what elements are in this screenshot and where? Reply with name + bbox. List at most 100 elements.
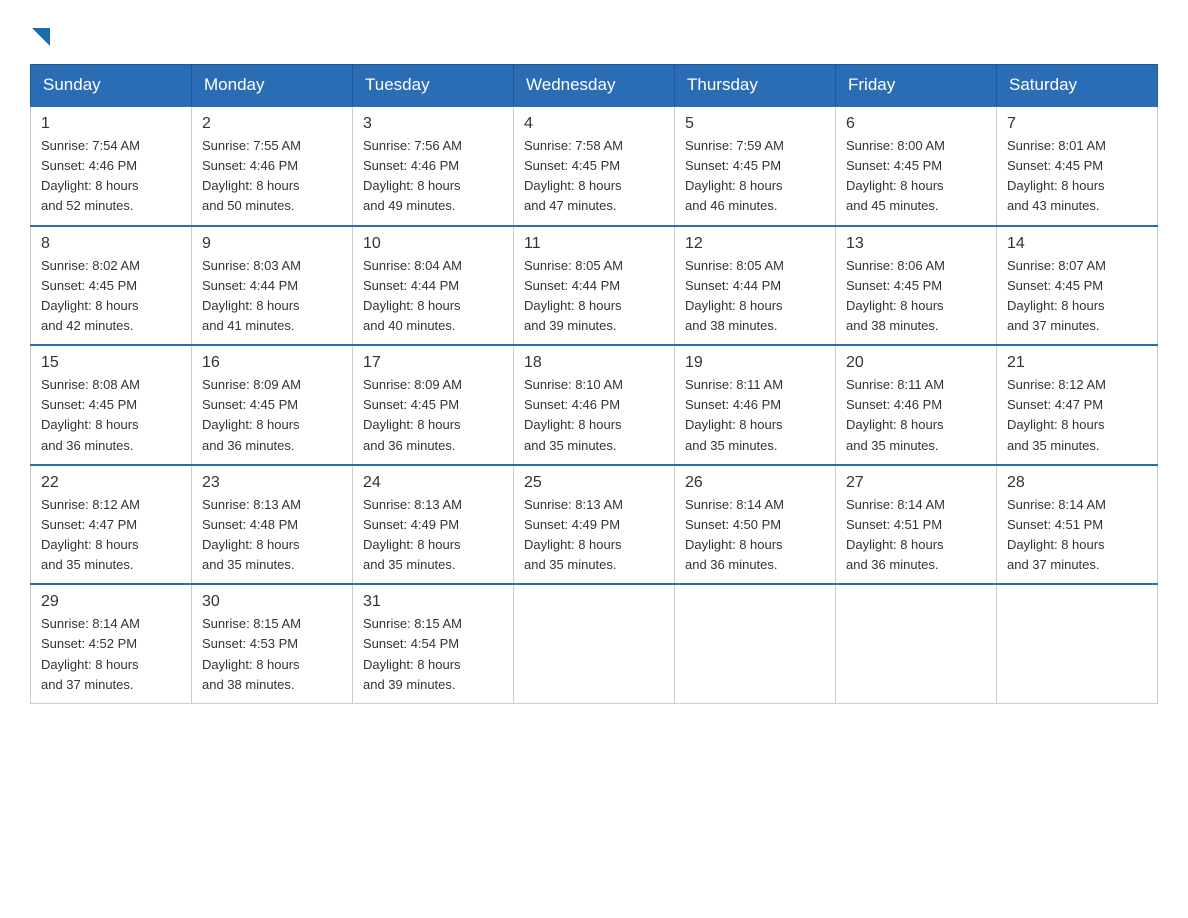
- calendar-cell: 20 Sunrise: 8:11 AM Sunset: 4:46 PM Dayl…: [836, 345, 997, 465]
- day-info: Sunrise: 8:10 AM Sunset: 4:46 PM Dayligh…: [524, 375, 664, 456]
- day-info: Sunrise: 7:56 AM Sunset: 4:46 PM Dayligh…: [363, 136, 503, 217]
- day-info: Sunrise: 8:12 AM Sunset: 4:47 PM Dayligh…: [1007, 375, 1147, 456]
- day-number: 5: [685, 115, 825, 133]
- day-number: 7: [1007, 115, 1147, 133]
- day-number: 21: [1007, 354, 1147, 372]
- calendar-week-row: 8 Sunrise: 8:02 AM Sunset: 4:45 PM Dayli…: [31, 226, 1158, 346]
- calendar-cell: 15 Sunrise: 8:08 AM Sunset: 4:45 PM Dayl…: [31, 345, 192, 465]
- day-number: 25: [524, 474, 664, 492]
- day-number: 13: [846, 235, 986, 253]
- day-info: Sunrise: 8:07 AM Sunset: 4:45 PM Dayligh…: [1007, 256, 1147, 337]
- day-number: 18: [524, 354, 664, 372]
- day-info: Sunrise: 8:13 AM Sunset: 4:49 PM Dayligh…: [363, 495, 503, 576]
- day-info: Sunrise: 8:11 AM Sunset: 4:46 PM Dayligh…: [685, 375, 825, 456]
- day-info: Sunrise: 8:01 AM Sunset: 4:45 PM Dayligh…: [1007, 136, 1147, 217]
- day-info: Sunrise: 8:15 AM Sunset: 4:54 PM Dayligh…: [363, 614, 503, 695]
- day-number: 14: [1007, 235, 1147, 253]
- calendar-cell: 25 Sunrise: 8:13 AM Sunset: 4:49 PM Dayl…: [514, 465, 675, 585]
- day-number: 9: [202, 235, 342, 253]
- page-header: [30, 20, 1158, 44]
- calendar-cell: 5 Sunrise: 7:59 AM Sunset: 4:45 PM Dayli…: [675, 106, 836, 226]
- calendar-cell: 21 Sunrise: 8:12 AM Sunset: 4:47 PM Dayl…: [997, 345, 1158, 465]
- day-info: Sunrise: 8:09 AM Sunset: 4:45 PM Dayligh…: [202, 375, 342, 456]
- day-number: 29: [41, 593, 181, 611]
- column-header-thursday: Thursday: [675, 65, 836, 107]
- column-header-sunday: Sunday: [31, 65, 192, 107]
- day-info: Sunrise: 8:14 AM Sunset: 4:51 PM Dayligh…: [1007, 495, 1147, 576]
- calendar-table: SundayMondayTuesdayWednesdayThursdayFrid…: [30, 64, 1158, 704]
- calendar-cell: [675, 584, 836, 703]
- calendar-week-row: 22 Sunrise: 8:12 AM Sunset: 4:47 PM Dayl…: [31, 465, 1158, 585]
- day-info: Sunrise: 8:12 AM Sunset: 4:47 PM Dayligh…: [41, 495, 181, 576]
- calendar-cell: [836, 584, 997, 703]
- calendar-cell: 18 Sunrise: 8:10 AM Sunset: 4:46 PM Dayl…: [514, 345, 675, 465]
- calendar-cell: 22 Sunrise: 8:12 AM Sunset: 4:47 PM Dayl…: [31, 465, 192, 585]
- column-header-saturday: Saturday: [997, 65, 1158, 107]
- calendar-week-row: 15 Sunrise: 8:08 AM Sunset: 4:45 PM Dayl…: [31, 345, 1158, 465]
- calendar-cell: [514, 584, 675, 703]
- day-info: Sunrise: 8:06 AM Sunset: 4:45 PM Dayligh…: [846, 256, 986, 337]
- calendar-cell: 6 Sunrise: 8:00 AM Sunset: 4:45 PM Dayli…: [836, 106, 997, 226]
- day-number: 27: [846, 474, 986, 492]
- column-header-monday: Monday: [192, 65, 353, 107]
- day-info: Sunrise: 8:09 AM Sunset: 4:45 PM Dayligh…: [363, 375, 503, 456]
- calendar-cell: 24 Sunrise: 8:13 AM Sunset: 4:49 PM Dayl…: [353, 465, 514, 585]
- day-number: 4: [524, 115, 664, 133]
- calendar-cell: 26 Sunrise: 8:14 AM Sunset: 4:50 PM Dayl…: [675, 465, 836, 585]
- day-number: 1: [41, 115, 181, 133]
- day-info: Sunrise: 8:14 AM Sunset: 4:50 PM Dayligh…: [685, 495, 825, 576]
- day-info: Sunrise: 8:05 AM Sunset: 4:44 PM Dayligh…: [524, 256, 664, 337]
- calendar-cell: 23 Sunrise: 8:13 AM Sunset: 4:48 PM Dayl…: [192, 465, 353, 585]
- day-number: 24: [363, 474, 503, 492]
- calendar-cell: 10 Sunrise: 8:04 AM Sunset: 4:44 PM Dayl…: [353, 226, 514, 346]
- day-number: 31: [363, 593, 503, 611]
- day-info: Sunrise: 8:08 AM Sunset: 4:45 PM Dayligh…: [41, 375, 181, 456]
- column-header-friday: Friday: [836, 65, 997, 107]
- day-info: Sunrise: 7:59 AM Sunset: 4:45 PM Dayligh…: [685, 136, 825, 217]
- calendar-cell: 13 Sunrise: 8:06 AM Sunset: 4:45 PM Dayl…: [836, 226, 997, 346]
- calendar-cell: 14 Sunrise: 8:07 AM Sunset: 4:45 PM Dayl…: [997, 226, 1158, 346]
- day-info: Sunrise: 8:13 AM Sunset: 4:49 PM Dayligh…: [524, 495, 664, 576]
- calendar-cell: 3 Sunrise: 7:56 AM Sunset: 4:46 PM Dayli…: [353, 106, 514, 226]
- calendar-cell: 27 Sunrise: 8:14 AM Sunset: 4:51 PM Dayl…: [836, 465, 997, 585]
- day-info: Sunrise: 8:14 AM Sunset: 4:51 PM Dayligh…: [846, 495, 986, 576]
- calendar-header-row: SundayMondayTuesdayWednesdayThursdayFrid…: [31, 65, 1158, 107]
- day-number: 11: [524, 235, 664, 253]
- day-info: Sunrise: 7:55 AM Sunset: 4:46 PM Dayligh…: [202, 136, 342, 217]
- calendar-cell: 30 Sunrise: 8:15 AM Sunset: 4:53 PM Dayl…: [192, 584, 353, 703]
- calendar-week-row: 1 Sunrise: 7:54 AM Sunset: 4:46 PM Dayli…: [31, 106, 1158, 226]
- calendar-cell: 11 Sunrise: 8:05 AM Sunset: 4:44 PM Dayl…: [514, 226, 675, 346]
- day-number: 3: [363, 115, 503, 133]
- day-number: 26: [685, 474, 825, 492]
- day-number: 2: [202, 115, 342, 133]
- day-number: 16: [202, 354, 342, 372]
- day-info: Sunrise: 8:11 AM Sunset: 4:46 PM Dayligh…: [846, 375, 986, 456]
- day-number: 8: [41, 235, 181, 253]
- calendar-cell: 9 Sunrise: 8:03 AM Sunset: 4:44 PM Dayli…: [192, 226, 353, 346]
- calendar-cell: 19 Sunrise: 8:11 AM Sunset: 4:46 PM Dayl…: [675, 345, 836, 465]
- calendar-cell: 29 Sunrise: 8:14 AM Sunset: 4:52 PM Dayl…: [31, 584, 192, 703]
- day-info: Sunrise: 8:14 AM Sunset: 4:52 PM Dayligh…: [41, 614, 181, 695]
- day-number: 22: [41, 474, 181, 492]
- calendar-cell: 4 Sunrise: 7:58 AM Sunset: 4:45 PM Dayli…: [514, 106, 675, 226]
- day-info: Sunrise: 8:05 AM Sunset: 4:44 PM Dayligh…: [685, 256, 825, 337]
- day-number: 28: [1007, 474, 1147, 492]
- calendar-cell: 16 Sunrise: 8:09 AM Sunset: 4:45 PM Dayl…: [192, 345, 353, 465]
- day-number: 15: [41, 354, 181, 372]
- calendar-cell: 12 Sunrise: 8:05 AM Sunset: 4:44 PM Dayl…: [675, 226, 836, 346]
- day-info: Sunrise: 8:03 AM Sunset: 4:44 PM Dayligh…: [202, 256, 342, 337]
- day-number: 30: [202, 593, 342, 611]
- day-info: Sunrise: 7:58 AM Sunset: 4:45 PM Dayligh…: [524, 136, 664, 217]
- day-number: 17: [363, 354, 503, 372]
- day-number: 23: [202, 474, 342, 492]
- calendar-cell: 2 Sunrise: 7:55 AM Sunset: 4:46 PM Dayli…: [192, 106, 353, 226]
- day-number: 12: [685, 235, 825, 253]
- column-header-tuesday: Tuesday: [353, 65, 514, 107]
- calendar-cell: 8 Sunrise: 8:02 AM Sunset: 4:45 PM Dayli…: [31, 226, 192, 346]
- calendar-cell: 17 Sunrise: 8:09 AM Sunset: 4:45 PM Dayl…: [353, 345, 514, 465]
- day-info: Sunrise: 7:54 AM Sunset: 4:46 PM Dayligh…: [41, 136, 181, 217]
- calendar-cell: [997, 584, 1158, 703]
- day-number: 6: [846, 115, 986, 133]
- day-info: Sunrise: 8:02 AM Sunset: 4:45 PM Dayligh…: [41, 256, 181, 337]
- calendar-cell: 7 Sunrise: 8:01 AM Sunset: 4:45 PM Dayli…: [997, 106, 1158, 226]
